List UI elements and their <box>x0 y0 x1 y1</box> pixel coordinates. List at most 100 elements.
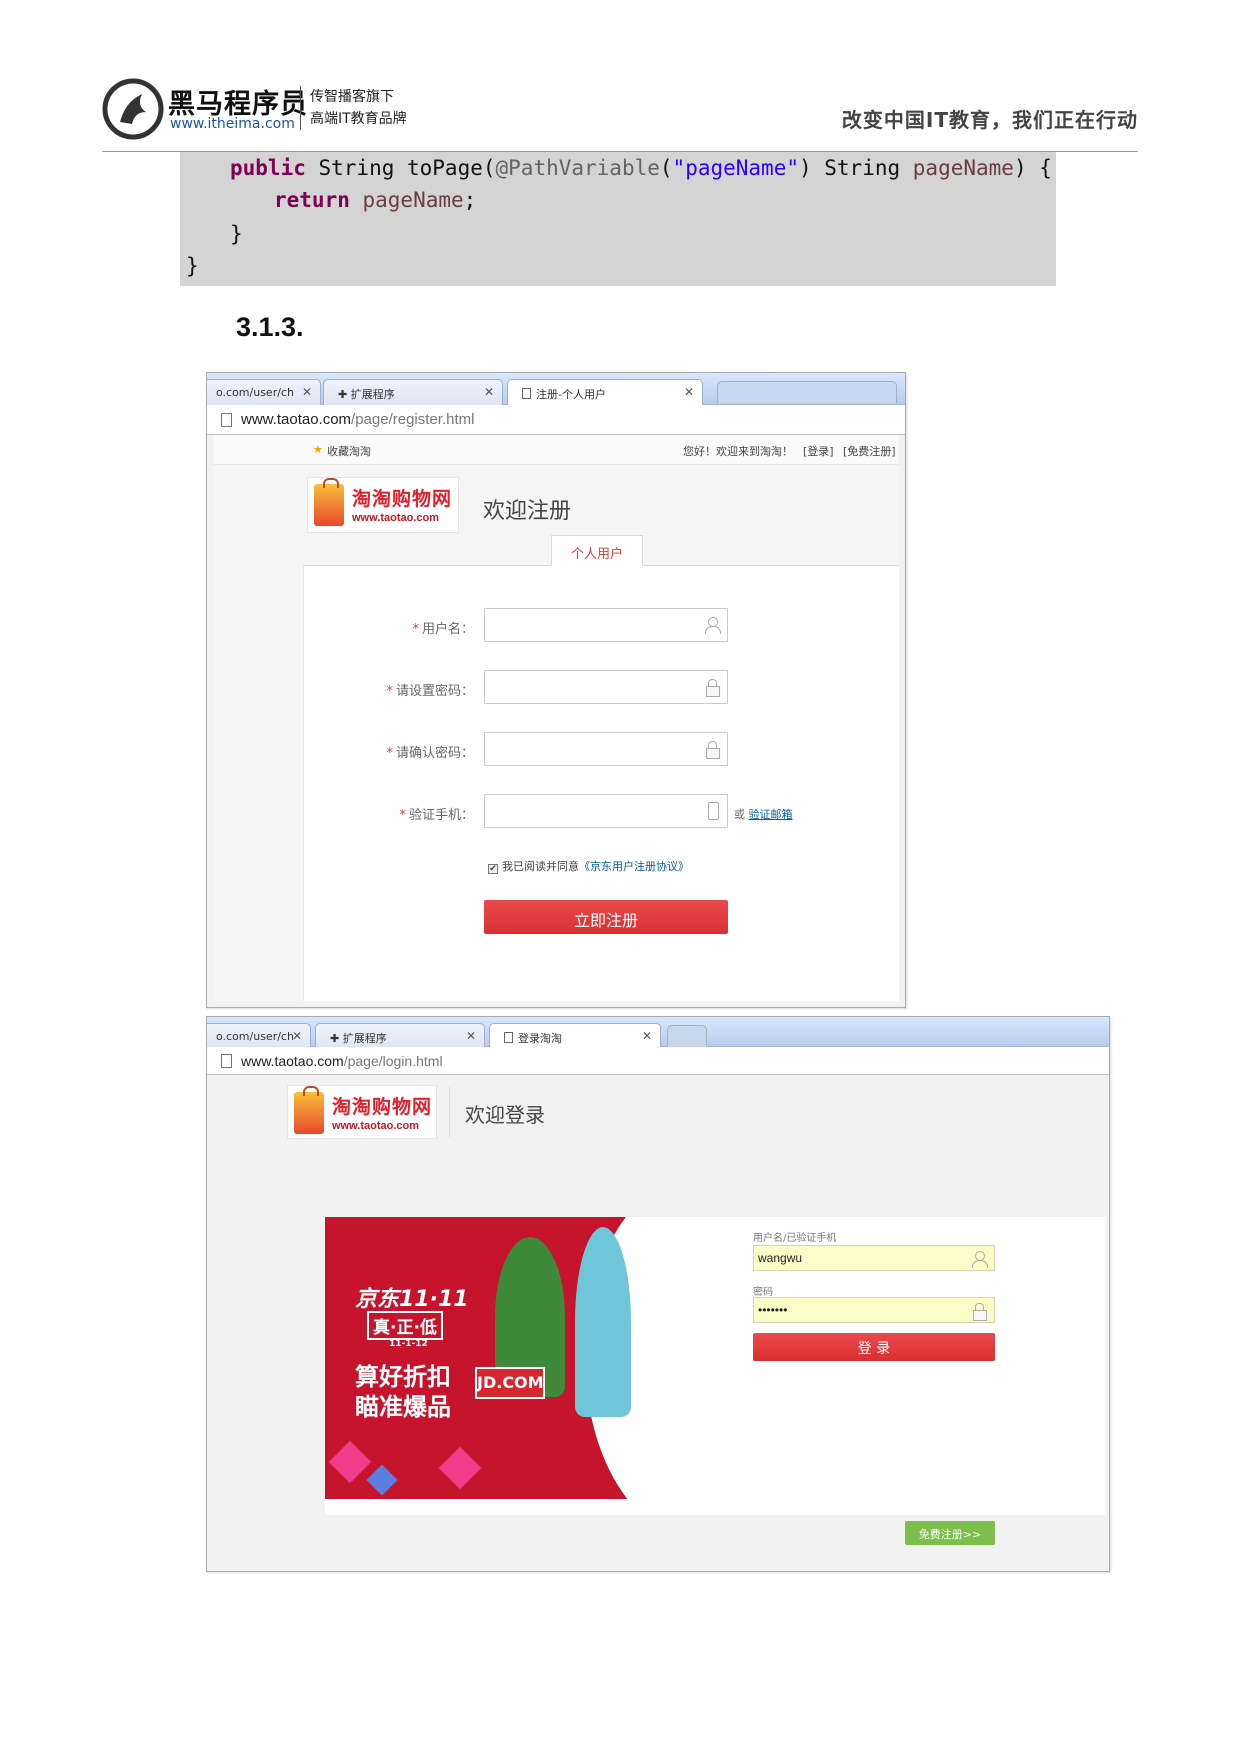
new-tab-button[interactable] <box>717 381 897 403</box>
code-variable: pageName <box>912 156 1014 180</box>
banner-line-1: 京东11·11 <box>355 1287 469 1312</box>
brand-divider <box>300 86 301 130</box>
lock-icon <box>705 679 720 697</box>
close-icon[interactable]: ✕ <box>302 385 312 399</box>
url-host: www.taotao.com <box>241 1053 344 1069</box>
page-title: 欢迎注册 <box>483 499 572 524</box>
code-variable: pageName <box>349 188 464 212</box>
register-submit-button[interactable]: 立即注册 <box>484 900 728 934</box>
person-icon <box>972 1251 988 1268</box>
banner-line-3: 11-1-12 <box>389 1339 428 1349</box>
register-form: * 用户名： * 请设置密码： * 请确认密码： * 验证手机： 或 验证邮箱 ✔ 我已阅… <box>303 566 899 1001</box>
close-icon[interactable]: ✕ <box>292 1029 302 1043</box>
username-label: * 用户名： <box>304 618 474 637</box>
confirm-password-input[interactable] <box>484 732 728 766</box>
code-block: public String toPage(@PathVariable("page… <box>180 152 1056 286</box>
close-icon[interactable]: ✕ <box>466 1029 476 1043</box>
document-icon <box>221 413 232 427</box>
required-mark: * <box>412 622 419 637</box>
code-text: String toPage( <box>305 156 496 180</box>
url-path: /page/login.html <box>343 1053 443 1069</box>
required-mark: * <box>399 808 406 823</box>
browser-tab-extensions[interactable]: ✚ 扩展程序 ✕ <box>323 379 503 405</box>
browser-tab-user[interactable]: o.com/user/ch ✕ <box>207 379 321 405</box>
decor-diamond <box>438 1446 482 1490</box>
code-keyword-public: public <box>230 156 306 180</box>
browser-tab-user[interactable]: o.com/user/ch ✕ <box>207 1023 311 1049</box>
header-slogan: 改变中国IT教育，我们正在行动 <box>841 108 1138 132</box>
code-line-1: public String toPage(@PathVariable("page… <box>230 156 1052 180</box>
site-topbar: ★ 收藏淘淘 您好！欢迎来到淘淘！ [登录] [免费注册] <box>213 435 899 465</box>
phone-label: * 验证手机： <box>304 804 474 823</box>
brand-tagline-1: 传智播客旗下 <box>310 89 394 105</box>
browser-tab-extensions[interactable]: ✚ 扩展程序 ✕ <box>315 1023 485 1049</box>
password-label: 密码 <box>753 1287 773 1298</box>
browser-tab-bar: o.com/user/ch ✕ ✚ 扩展程序 ✕ 注册-个人用户 ✕ <box>207 373 905 406</box>
code-line-2: return pageName; <box>274 188 476 212</box>
password-label: * 请设置密码： <box>304 680 474 699</box>
username-input[interactable] <box>484 608 728 642</box>
agreement-link[interactable]: 《京东用户注册协议》 <box>579 860 689 873</box>
password-input[interactable]: ••••••• <box>753 1297 995 1323</box>
code-text: ( <box>659 156 673 180</box>
new-tab-button[interactable] <box>667 1025 707 1047</box>
label-text: 用户名： <box>421 622 474 637</box>
password-input[interactable] <box>484 670 728 704</box>
shopping-bag-icon <box>314 478 344 526</box>
login-link[interactable]: [登录] <box>803 443 834 459</box>
required-mark: * <box>386 684 393 699</box>
lock-icon <box>705 741 720 759</box>
alt-verify: 或 验证邮箱 <box>734 806 793 822</box>
taotao-logo[interactable]: 淘淘购物网 www.taotao.com <box>287 1085 437 1139</box>
code-line-3: } <box>230 222 243 246</box>
section-number: 3.1.3. <box>236 312 304 342</box>
label-text: 请确认密码： <box>395 746 474 761</box>
address-bar[interactable]: www.taotao.com/page/login.html <box>207 1047 1109 1075</box>
browser-tab-login[interactable]: 登录淘淘 ✕ <box>489 1023 661 1048</box>
document-icon <box>504 1032 513 1043</box>
jd-logo: JD.COM <box>475 1367 545 1399</box>
confirm-password-label: * 请确认密码： <box>304 742 474 761</box>
code-keyword-return: return <box>274 188 350 212</box>
code-text: ; <box>463 188 477 212</box>
tab-label: o.com/user/ch <box>216 1030 294 1043</box>
close-icon[interactable]: ✕ <box>642 1029 652 1043</box>
free-register-button[interactable]: 免费注册>> <box>905 1521 995 1545</box>
promo-banner: 京东11·11 真·正·低 11-1-12 算好折扣 瞄准爆品 JD.COM <box>325 1217 687 1499</box>
phone-input[interactable] <box>484 794 728 828</box>
login-screenshot: o.com/user/ch ✕ ✚ 扩展程序 ✕ 登录淘淘 ✕ www.taotao.… <box>206 1016 1110 1572</box>
tab-label: 扩展程序 <box>342 1032 387 1045</box>
close-icon[interactable]: ✕ <box>684 385 694 399</box>
register-page: ★ 收藏淘淘 您好！欢迎来到淘淘！ [登录] [免费注册] 淘淘购物网 www.… <box>213 435 899 1001</box>
logo-name: 淘淘购物网 <box>332 1096 433 1118</box>
taotao-logo[interactable]: 淘淘购物网 www.taotao.com <box>307 477 459 533</box>
tab-personal-user[interactable]: 个人用户 <box>551 535 643 566</box>
verify-email-link[interactable]: 验证邮箱 <box>749 808 793 821</box>
tab-label: 注册-个人用户 <box>536 388 606 401</box>
username-input[interactable]: wangwu <box>753 1245 995 1271</box>
address-bar[interactable]: www.taotao.com/page/register.html <box>207 405 905 435</box>
brand-tagline-2: 高端IT教育品牌 <box>310 111 407 127</box>
banner-line-2: 真·正·低 <box>367 1311 443 1340</box>
address-url: www.taotao.com/page/register.html <box>241 411 474 428</box>
code-text: ) String <box>798 156 913 180</box>
checkbox-icon[interactable]: ✔ <box>488 864 498 874</box>
bookmark-link[interactable]: 收藏淘淘 <box>327 443 371 459</box>
page-title: 欢迎登录 <box>465 1103 545 1127</box>
login-button[interactable]: 登 录 <box>753 1333 995 1361</box>
tab-label: o.com/user/ch <box>216 386 294 399</box>
code-line-4: } <box>186 254 199 278</box>
close-icon[interactable]: ✕ <box>484 385 494 399</box>
document-icon <box>221 1054 232 1068</box>
password-value: ••••••• <box>758 1303 788 1317</box>
login-page: 淘淘购物网 www.taotao.com 欢迎登录 京东11·11 真·正·低 … <box>213 1075 1105 1565</box>
logo-divider <box>449 1087 450 1137</box>
username-value: wangwu <box>758 1251 803 1265</box>
free-register-link[interactable]: [免费注册] <box>843 443 896 459</box>
agree-text: 我已阅读并同意 <box>502 860 579 873</box>
address-url: www.taotao.com/page/login.html <box>241 1053 443 1069</box>
star-icon: ★ <box>313 443 323 456</box>
login-content: 京东11·11 真·正·低 11-1-12 算好折扣 瞄准爆品 JD.COM 用… <box>325 1217 1105 1515</box>
browser-tab-register[interactable]: 注册-个人用户 ✕ <box>507 379 703 406</box>
phone-icon <box>708 802 719 820</box>
